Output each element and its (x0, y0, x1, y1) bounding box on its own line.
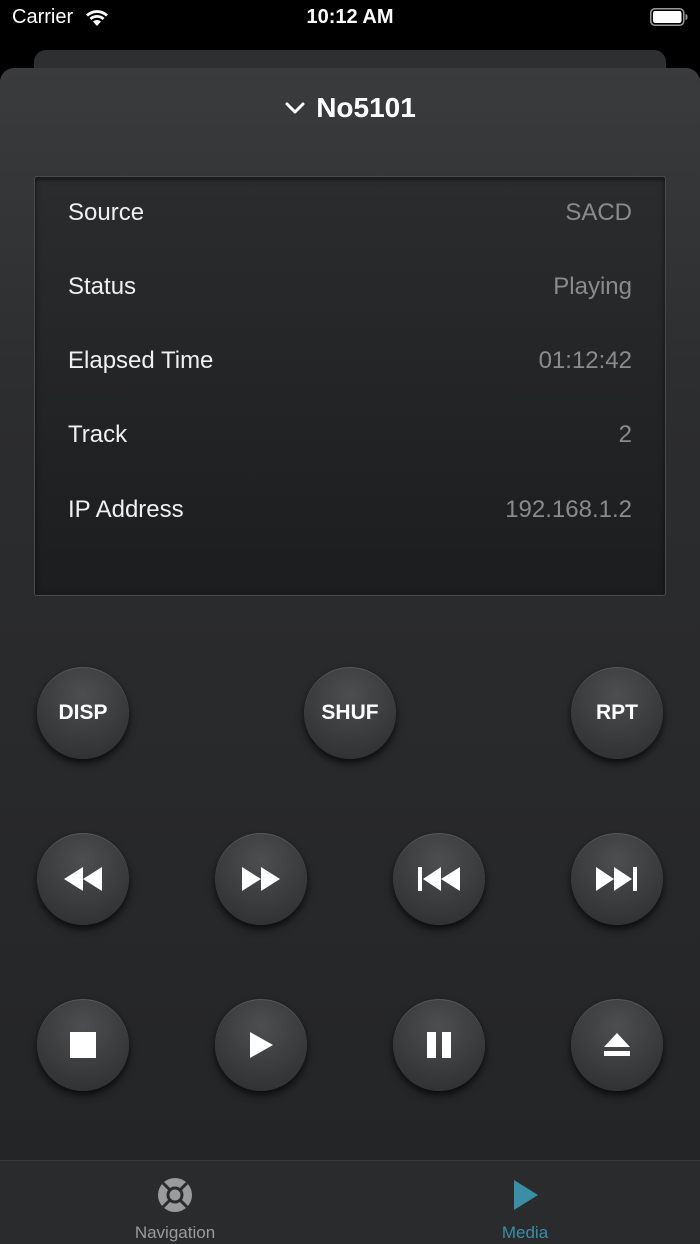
info-value: 2 (618, 421, 632, 448)
chevron-down-icon (285, 102, 305, 114)
shuffle-button[interactable]: SHUF (304, 667, 396, 759)
info-value: 192.168.1.2 (505, 496, 632, 523)
skip-previous-icon (418, 867, 460, 891)
eject-button[interactable] (571, 999, 663, 1091)
fast-forward-button[interactable] (215, 833, 307, 925)
navigation-pad-icon (158, 1178, 192, 1212)
info-value: 01:12:42 (538, 347, 632, 374)
info-panel: Source SACD Status Playing Elapsed Time … (34, 176, 666, 596)
info-label: IP Address (68, 496, 184, 523)
rewind-icon (64, 867, 102, 891)
pause-button[interactable] (393, 999, 485, 1091)
info-row-ip-address: IP Address 192.168.1.2 (68, 496, 632, 536)
disp-button[interactable]: DISP (37, 667, 129, 759)
info-value: Playing (553, 273, 632, 300)
status-bar: Carrier 10:12 AM (0, 0, 700, 40)
play-icon (250, 1032, 273, 1058)
rpt-label: RPT (596, 701, 638, 724)
play-button[interactable] (215, 999, 307, 1091)
stop-icon (70, 1032, 96, 1058)
info-label: Status (68, 273, 137, 300)
disp-label: DISP (58, 701, 108, 724)
skip-next-icon (596, 867, 637, 891)
device-name: No5101 (316, 92, 416, 123)
fast-forward-icon (242, 867, 280, 891)
rewind-button[interactable] (37, 833, 129, 925)
tab-label-media: Media (501, 1223, 549, 1242)
repeat-button[interactable]: RPT (571, 667, 663, 759)
app-screen: Carrier 10:12 AM No5101 Source SACD Stat… (0, 0, 700, 1244)
device-selector[interactable]: No5101 (0, 88, 700, 128)
skip-previous-button[interactable] (393, 833, 485, 925)
info-label: Elapsed Time (68, 347, 214, 374)
tab-bar: Navigation Media (0, 1160, 700, 1244)
info-row-track: Track 2 (68, 421, 632, 461)
pause-icon (427, 1032, 451, 1058)
info-row-elapsed-time: Elapsed Time 01:12:42 (68, 347, 632, 387)
status-time: 10:12 AM (306, 6, 394, 28)
tab-label-navigation: Navigation (134, 1223, 216, 1242)
info-row-status: Status Playing (68, 273, 632, 313)
stop-button[interactable] (37, 999, 129, 1091)
info-row-source: Source SACD (68, 199, 632, 239)
skip-next-button[interactable] (571, 833, 663, 925)
info-label: Track (68, 421, 128, 448)
eject-icon (604, 1033, 630, 1056)
media-play-icon (514, 1180, 538, 1210)
info-label: Source (68, 199, 145, 226)
battery-icon (650, 8, 688, 26)
tab-media[interactable]: Media (350, 1161, 700, 1244)
shuf-label: SHUF (321, 701, 379, 724)
info-value: SACD (565, 199, 632, 226)
tab-navigation[interactable]: Navigation (0, 1161, 350, 1244)
